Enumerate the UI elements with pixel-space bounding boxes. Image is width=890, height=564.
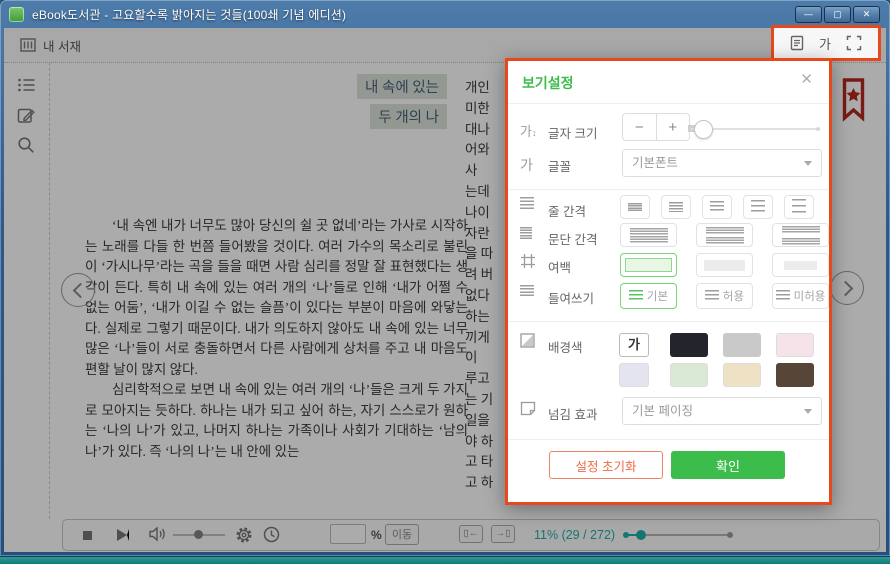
- reading-info-button[interactable]: [790, 35, 804, 51]
- paragraph-spacing-icon: [520, 227, 532, 239]
- font-size-icon: 가↕: [520, 121, 546, 140]
- indent-option-disallow[interactable]: 미허용: [772, 283, 829, 309]
- font-family-value: 기본폰트: [632, 156, 678, 170]
- font-settings-icon: 가: [819, 34, 831, 53]
- line-spacing-option-3[interactable]: [702, 195, 732, 219]
- margin-label: 여백: [548, 257, 571, 276]
- indent-option-allow[interactable]: 허용: [696, 283, 753, 309]
- font-size-stepper: − +: [622, 113, 690, 141]
- bg-swatch-gray[interactable]: [723, 333, 761, 357]
- paragraph-spacing-option-1[interactable]: [620, 223, 677, 247]
- divider: [508, 103, 829, 104]
- chevron-down-icon: [804, 161, 812, 166]
- font-size-label: 글자 크기: [548, 123, 597, 142]
- maximize-button[interactable]: ▢: [824, 6, 851, 23]
- divider: [508, 189, 829, 190]
- indent-icon: [520, 285, 534, 298]
- window-title: eBook도서관 - 고요할수록 밝아지는 것들(100쇄 기념 에디션): [32, 6, 346, 23]
- margin-icon: [520, 253, 546, 272]
- paragraph-spacing-option-3[interactable]: [772, 223, 829, 247]
- line-spacing-option-2[interactable]: [661, 195, 691, 219]
- app-icon: [9, 7, 24, 22]
- page-turn-effect-value: 기본 페이징: [632, 404, 693, 418]
- divider: [508, 439, 829, 440]
- page-turn-effect-icon: [520, 401, 546, 419]
- bg-swatch-green[interactable]: [670, 363, 708, 387]
- margin-option-2[interactable]: [696, 253, 753, 277]
- highlighted-toolbar-group: 가: [771, 25, 881, 61]
- bg-swatch-cream[interactable]: [723, 363, 761, 387]
- line-spacing-label: 줄 간격: [548, 201, 586, 220]
- font-size-decrease-button[interactable]: −: [623, 114, 657, 140]
- bg-swatch-pink[interactable]: [776, 333, 814, 357]
- confirm-button[interactable]: 확인: [671, 451, 785, 479]
- font-size-slider: [688, 117, 820, 141]
- line-spacing-option-5[interactable]: [784, 195, 814, 219]
- line-spacing-icon: [520, 197, 534, 211]
- background-color-label: 배경색: [548, 337, 583, 356]
- bg-swatch-lavender[interactable]: [619, 363, 649, 387]
- fullscreen-icon: [846, 35, 862, 51]
- bg-swatch-dark[interactable]: [670, 333, 708, 357]
- paragraph-spacing-option-2[interactable]: [696, 223, 753, 247]
- page-turn-effect-dropdown[interactable]: 기본 페이징: [622, 397, 822, 425]
- panel-title: 보기설정: [522, 73, 574, 93]
- font-family-dropdown[interactable]: 기본폰트: [622, 149, 822, 177]
- indent-label: 들여쓰기: [548, 288, 594, 307]
- minimize-button[interactable]: —: [795, 6, 822, 23]
- margin-option-1-selected[interactable]: [620, 253, 677, 277]
- slider-max-mark: [816, 127, 820, 131]
- view-settings-button[interactable]: 가: [819, 34, 831, 53]
- divider: [508, 321, 829, 322]
- font-family-label: 글꼴: [548, 156, 571, 175]
- background-color-icon: [520, 333, 546, 351]
- line-spacing-option-1[interactable]: [620, 195, 650, 219]
- font-family-icon: 가: [520, 155, 546, 175]
- reset-settings-button[interactable]: 설정 초기화: [549, 451, 663, 479]
- bg-swatch-brown[interactable]: [776, 363, 814, 387]
- margin-option-3[interactable]: [772, 253, 829, 277]
- close-window-button[interactable]: ✕: [853, 6, 880, 23]
- document-icon: [790, 35, 804, 51]
- font-size-increase-button[interactable]: +: [657, 114, 690, 140]
- fullscreen-button[interactable]: [846, 35, 862, 51]
- paragraph-spacing-label: 문단 간격: [548, 229, 597, 248]
- bg-swatch-white-selected[interactable]: 가: [619, 333, 649, 357]
- line-spacing-option-4[interactable]: [743, 195, 773, 219]
- slider-knob[interactable]: [694, 120, 713, 139]
- page-turn-effect-label: 넘김 효과: [548, 404, 597, 423]
- screen: { "window": { "title": "eBook도서관 - 고요할수록…: [0, 0, 890, 564]
- panel-close-button[interactable]: ✕: [794, 69, 819, 89]
- title-bar[interactable]: eBook도서관 - 고요할수록 밝아지는 것들(100쇄 기념 에디션) — …: [0, 0, 890, 28]
- view-settings-panel: 보기설정 ✕ 가↕ 글자 크기 − + 가 글꼴 기본폰트 줄 간격 문단 간격…: [505, 58, 832, 505]
- indent-option-default-selected[interactable]: 기본: [620, 283, 677, 309]
- chevron-down-icon: [804, 409, 812, 414]
